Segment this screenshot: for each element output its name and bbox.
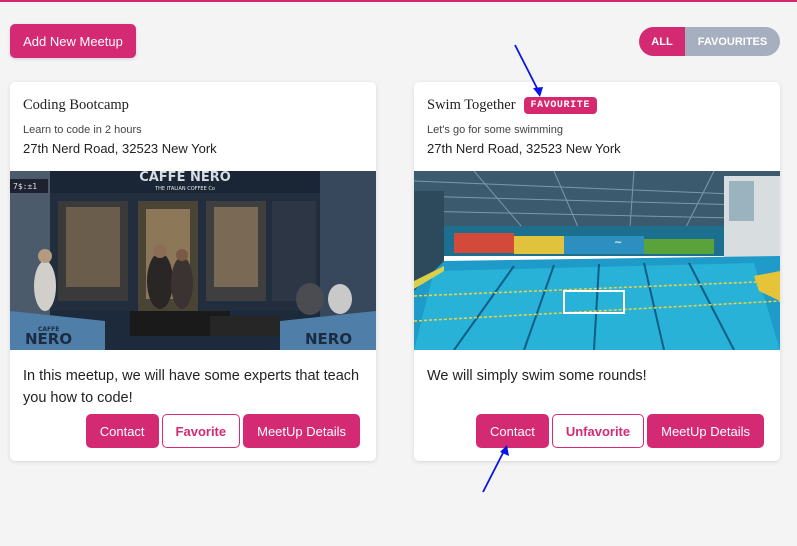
top-accent-line — [0, 0, 797, 2]
cafe-sign-subtext: THE ITALIAN COFFEE Co — [154, 186, 215, 192]
contact-button[interactable]: Contact — [85, 414, 159, 448]
filter-all-button[interactable]: ALL — [639, 27, 685, 56]
meetup-subtitle: Learn to code in 2 hours — [23, 124, 142, 136]
window-price-text: 7$:±1 — [13, 182, 37, 191]
meetup-card: Swim Together FAVOURITE Let's go for som… — [414, 82, 780, 461]
awning-name-text-right: NERO — [305, 330, 352, 348]
meetup-title: Coding Bootcamp — [23, 97, 129, 114]
favourite-badge: FAVOURITE — [523, 97, 597, 114]
meetup-title-text: Swim Together — [427, 97, 516, 113]
awning-name-text: NERO — [25, 330, 72, 348]
contact-button[interactable]: Contact — [476, 414, 549, 448]
filter-toggle: ALL FAVOURITES — [639, 27, 780, 56]
meetup-actions: Contact Favorite MeetUp Details — [85, 414, 360, 448]
meetup-title-text: Coding Bootcamp — [23, 97, 129, 113]
meetup-address: 27th Nerd Road, 32523 New York — [427, 141, 621, 156]
meetup-image-pool: ~ — [414, 171, 780, 350]
meetup-card: Coding Bootcamp Learn to code in 2 hours… — [10, 82, 376, 461]
meetup-image-cafe: CAFFE NERO THE ITALIAN COFFEE Co 7$:±1 C… — [10, 171, 376, 350]
filter-favourites-button[interactable]: FAVOURITES — [685, 27, 780, 56]
meetup-description: We will simply swim some rounds! — [427, 368, 647, 384]
meetup-details-button[interactable]: MeetUp Details — [647, 414, 764, 448]
meetup-details-button[interactable]: MeetUp Details — [243, 414, 360, 448]
meetup-address: 27th Nerd Road, 32523 New York — [23, 141, 217, 156]
meetup-actions: Contact Unfavorite MeetUp Details — [476, 414, 764, 448]
favorite-button[interactable]: Favorite — [161, 414, 241, 448]
meetup-subtitle: Let's go for some swimming — [427, 124, 563, 136]
add-new-meetup-button[interactable]: Add New Meetup — [10, 24, 136, 58]
unfavorite-button[interactable]: Unfavorite — [551, 414, 645, 448]
meetup-description: In this meetup, we will have some expert… — [23, 368, 360, 406]
svg-text:~: ~ — [614, 237, 622, 248]
cafe-sign-text: CAFFE NERO — [139, 171, 231, 185]
meetup-title: Swim Together FAVOURITE — [427, 97, 597, 114]
